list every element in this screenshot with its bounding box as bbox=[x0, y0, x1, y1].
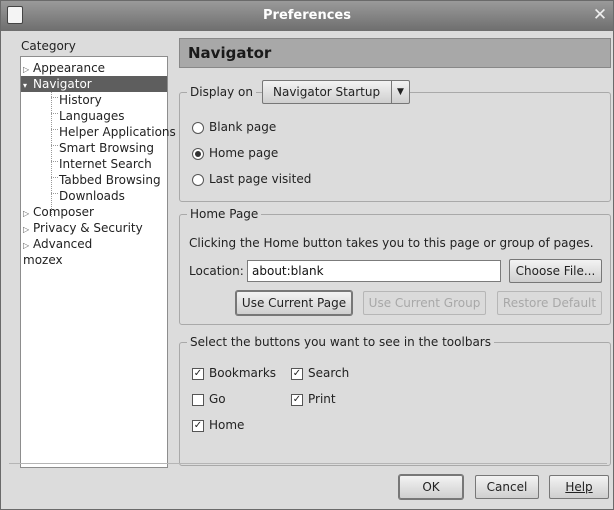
dropdown-arrow-icon[interactable]: ▼ bbox=[391, 81, 409, 103]
radio-label-blank-page[interactable]: Blank page bbox=[209, 120, 276, 134]
checkbox-label-home[interactable]: Home bbox=[209, 418, 244, 432]
radio-label-home-page[interactable]: Home page bbox=[209, 146, 278, 160]
display-on-label: Display on bbox=[187, 85, 256, 99]
ok-button[interactable]: OK bbox=[399, 475, 463, 499]
tree-item-languages[interactable]: Languages bbox=[59, 108, 124, 124]
radio-last-page-visited[interactable] bbox=[192, 174, 204, 186]
ok-label: OK bbox=[422, 480, 440, 494]
category-tree[interactable]: ▷ Appearance ▾ Navigator History Languages… bbox=[20, 56, 176, 468]
checkbox-home[interactable]: ✓ bbox=[192, 420, 204, 432]
tree-item-history[interactable]: History bbox=[59, 92, 102, 108]
use-current-group-button[interactable]: Use Current Group bbox=[363, 291, 486, 315]
help-button[interactable]: Help bbox=[549, 475, 609, 499]
tree-item-downloads[interactable]: Downloads bbox=[59, 188, 125, 204]
category-label: Category bbox=[21, 39, 76, 53]
radio-selected-dot bbox=[195, 151, 201, 157]
checkbox-label-go[interactable]: Go bbox=[209, 392, 226, 406]
panel-title: Navigator bbox=[188, 44, 272, 62]
title-bar[interactable]: Preferences ✕ bbox=[1, 1, 613, 31]
radio-home-page[interactable] bbox=[192, 148, 204, 160]
collapse-triangle-icon[interactable]: ▾ bbox=[23, 78, 33, 94]
choose-file-button[interactable]: Choose File... bbox=[509, 259, 602, 283]
checkbox-label-search[interactable]: Search bbox=[308, 366, 349, 380]
tree-item-privacy-security[interactable]: ▷ Privacy & Security bbox=[23, 220, 143, 236]
footer-separator bbox=[9, 463, 607, 464]
tree-item-helper-applications[interactable]: Helper Applications bbox=[59, 124, 176, 140]
home-page-description: Clicking the Home button takes you to th… bbox=[189, 236, 594, 250]
radio-blank-page[interactable] bbox=[192, 122, 204, 134]
choose-file-label: Choose File... bbox=[515, 264, 596, 278]
toolbars-group bbox=[179, 342, 611, 466]
preferences-window: Preferences ✕ Category ▷ Appearance ▾ Navi… bbox=[0, 0, 614, 510]
restore-default-button[interactable]: Restore Default bbox=[497, 291, 602, 315]
tree-item-internet-search[interactable]: Internet Search bbox=[59, 156, 152, 172]
window-title: Preferences bbox=[263, 8, 351, 23]
tree-item-smart-browsing[interactable]: Smart Browsing bbox=[59, 140, 154, 156]
home-page-legend: Home Page bbox=[187, 207, 262, 221]
help-label: Help bbox=[565, 480, 593, 494]
use-current-group-label: Use Current Group bbox=[368, 296, 481, 310]
toolbars-legend: Select the buttons you want to see in th… bbox=[187, 335, 494, 349]
checkbox-print[interactable]: ✓ bbox=[291, 394, 303, 406]
tree-item-appearance[interactable]: ▷ Appearance bbox=[23, 60, 167, 76]
tree-item-navigator[interactable]: ▾ Navigator bbox=[21, 76, 167, 92]
radio-label-last-page-visited[interactable]: Last page visited bbox=[209, 172, 311, 186]
tree-item-tabbed-browsing[interactable]: Tabbed Browsing bbox=[59, 172, 161, 188]
location-label: Location: bbox=[189, 264, 244, 278]
location-input[interactable] bbox=[247, 260, 501, 282]
restore-default-label: Restore Default bbox=[502, 296, 597, 310]
tree-item-composer[interactable]: ▷ Composer bbox=[23, 204, 94, 220]
tree-item-mozex[interactable]: mozex bbox=[23, 252, 63, 268]
use-current-page-label: Use Current Page bbox=[241, 296, 347, 310]
cancel-label: Cancel bbox=[486, 480, 528, 494]
panel-header: Navigator bbox=[179, 38, 611, 68]
checkbox-go[interactable] bbox=[192, 394, 204, 406]
cancel-button[interactable]: Cancel bbox=[475, 475, 539, 499]
checkbox-bookmarks[interactable]: ✓ bbox=[192, 368, 204, 380]
close-icon[interactable]: ✕ bbox=[591, 6, 609, 24]
checkbox-search[interactable]: ✓ bbox=[291, 368, 303, 380]
checkbox-label-print[interactable]: Print bbox=[308, 392, 336, 406]
checkbox-label-bookmarks[interactable]: Bookmarks bbox=[209, 366, 276, 380]
use-current-page-button[interactable]: Use Current Page bbox=[236, 291, 352, 315]
tree-guide-line bbox=[51, 89, 52, 217]
display-on-dropdown[interactable]: Navigator Startup ▼ bbox=[262, 80, 410, 104]
tree-item-advanced[interactable]: ▷ Advanced bbox=[23, 236, 92, 252]
display-on-value: Navigator Startup bbox=[273, 85, 381, 99]
